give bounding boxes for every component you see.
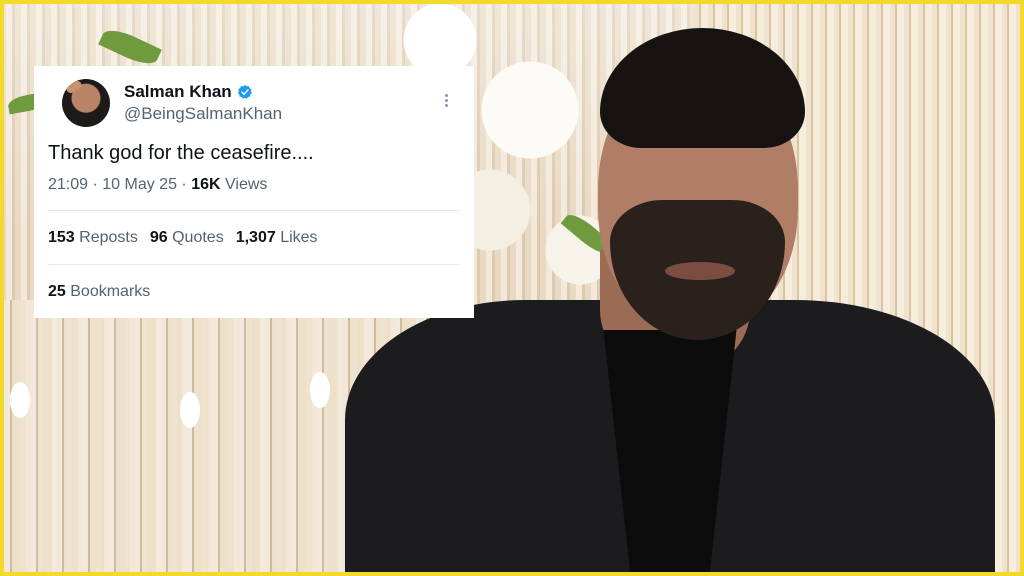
author-handle[interactable]: @BeingSalmanKhan	[124, 104, 282, 124]
leaf	[98, 24, 162, 70]
tweet-time[interactable]: 21:09	[48, 176, 88, 193]
author-avatar[interactable]	[62, 79, 110, 127]
quotes-count: 96	[149, 229, 168, 246]
author-name-row: Salman Khan	[124, 82, 253, 102]
more-vertical-icon[interactable]	[436, 90, 456, 110]
reposts-label: Reposts	[79, 229, 138, 246]
quotes-label: Quotes	[172, 229, 224, 246]
verified-badge-icon	[237, 85, 252, 99]
meta-separator: ·	[176, 176, 192, 193]
quotes-stat[interactable]: 96 Quotes	[150, 229, 224, 247]
bookmarks-count: 25	[48, 283, 66, 300]
reposts-count: 153	[48, 229, 75, 246]
tweet-header: Salman Khan @BeingSalmanKhan	[48, 66, 460, 134]
tweet-meta: 21:09 · 10 May 25 · 16K Views	[48, 176, 460, 194]
tweet-card: Salman Khan @BeingSalmanKhan Thank god f…	[34, 66, 474, 318]
tweet-date[interactable]: 10 May 25	[102, 176, 177, 193]
engagement-stats: 153 Reposts 96 Quotes 1,307 Likes	[48, 211, 460, 264]
likes-count: 1,307	[235, 229, 276, 246]
views-label: Views	[225, 176, 268, 193]
bookmarks-label: Bookmarks	[70, 283, 151, 300]
reposts-stat[interactable]: 153 Reposts	[48, 229, 138, 247]
meta-separator: ·	[88, 176, 103, 193]
person-mouth	[665, 262, 735, 280]
likes-label: Likes	[280, 229, 318, 246]
tweet-text: Thank god for the ceasefire....	[48, 142, 314, 164]
views-count: 16K	[191, 176, 221, 193]
author-name[interactable]: Salman Khan	[124, 82, 232, 102]
bookmarks-stat[interactable]: 25 Bookmarks	[48, 265, 460, 301]
likes-stat[interactable]: 1,307 Likes	[236, 229, 318, 247]
avatar-arm	[65, 79, 83, 95]
